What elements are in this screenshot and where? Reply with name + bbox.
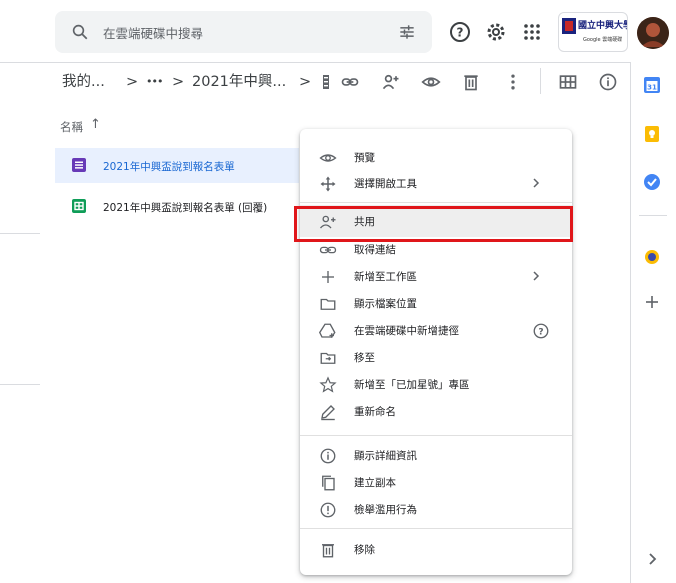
side-divider xyxy=(639,215,667,216)
menu-item-label: 取得連結 xyxy=(354,244,396,256)
chevron-right-icon[interactable] xyxy=(642,549,662,569)
menu-item-label: 重新命名 xyxy=(354,406,396,418)
menu-item-make-copy[interactable]: 建立副本 xyxy=(300,470,572,496)
menu-item-preview[interactable]: 預覽 xyxy=(300,145,572,171)
menu-divider xyxy=(300,528,572,529)
menu-item-remove[interactable]: 移除 xyxy=(300,537,572,563)
move-icon xyxy=(320,176,336,192)
menu-item-label: 移至 xyxy=(354,352,375,364)
report-icon xyxy=(320,502,336,518)
breadcrumb-separator: > xyxy=(299,74,312,90)
menu-item-open-with[interactable]: 選擇開啟工具 xyxy=(300,171,572,197)
file-name: 2021年中興盃說到報名表單 xyxy=(103,161,235,173)
breadcrumb-separator: > xyxy=(172,74,185,90)
sort-arrow-icon[interactable]: ↑ xyxy=(90,117,101,132)
breadcrumb-separator: > xyxy=(126,74,139,90)
university-emblem-icon xyxy=(562,18,576,34)
menu-item-add-shortcut[interactable]: 在雲端硬碟中新增捷徑 ? xyxy=(300,318,572,344)
trash-icon xyxy=(322,544,334,558)
menu-item-label: 建立副本 xyxy=(354,477,396,489)
table-row[interactable]: 2021年中興盃說到報名表單 xyxy=(55,148,299,183)
link-icon[interactable] xyxy=(340,72,360,92)
chevron-right-icon xyxy=(533,271,540,281)
logo-text: 國立中興大學 xyxy=(578,21,628,31)
form-file-icon xyxy=(323,75,329,89)
more-vert-icon[interactable] xyxy=(503,72,523,92)
search-icon xyxy=(72,24,88,40)
search-input[interactable]: 在雲端硬碟中搜尋 xyxy=(103,23,203,42)
list-divider xyxy=(0,233,40,234)
sort-label[interactable]: 名稱 xyxy=(60,119,83,135)
breadcrumb-ellipsis[interactable]: ••• xyxy=(146,70,163,94)
account-avatar[interactable] xyxy=(637,17,669,49)
link-icon xyxy=(319,246,337,254)
side-panel: 31 xyxy=(630,62,676,583)
menu-divider xyxy=(300,435,572,436)
breadcrumb-root[interactable]: 我的... xyxy=(62,70,105,94)
folder-icon xyxy=(320,298,336,310)
trash-icon[interactable] xyxy=(461,72,481,92)
menu-item-label: 檢舉濫用行為 xyxy=(354,504,417,516)
share-icon[interactable] xyxy=(381,72,401,92)
google-forms-icon xyxy=(72,158,86,172)
menu-item-details[interactable]: 顯示詳細資訊 xyxy=(300,443,572,469)
highlight-box xyxy=(294,206,573,242)
addon-icon[interactable] xyxy=(642,247,662,267)
svg-text:31: 31 xyxy=(647,84,657,92)
menu-item-label: 選擇開啟工具 xyxy=(354,178,417,190)
grid-view-icon[interactable] xyxy=(558,72,578,92)
star-icon xyxy=(319,376,337,393)
menu-item-label: 顯示詳細資訊 xyxy=(354,450,417,462)
svg-text:?: ? xyxy=(538,327,543,337)
file-name: 2021年中興盃說到報名表單 (回覆) xyxy=(103,202,268,214)
tasks-icon[interactable] xyxy=(642,172,662,192)
menu-item-label: 移除 xyxy=(354,544,375,556)
preview-icon[interactable] xyxy=(421,72,441,92)
menu-item-report-abuse[interactable]: 檢舉濫用行為 xyxy=(300,497,572,523)
menu-item-label: 預覽 xyxy=(354,152,375,164)
breadcrumb: 我的... > ••• > 2021年中興... > xyxy=(62,70,322,94)
menu-item-move-to[interactable]: 移至 xyxy=(300,345,572,371)
help-icon[interactable]: ? xyxy=(448,20,472,44)
add-addon-icon[interactable] xyxy=(642,292,662,312)
copy-icon xyxy=(322,475,335,491)
context-menu: 預覽 選擇開啟工具 共用 取得連結 新增至工作區 顯示檔案位置 在雲端硬碟中新增… xyxy=(300,129,572,575)
apps-grid-icon[interactable] xyxy=(520,20,544,44)
menu-item-label: 新增至工作區 xyxy=(354,271,417,283)
logo-subtext: Google 雲端硬碟 xyxy=(583,37,623,43)
menu-item-show-location[interactable]: 顯示檔案位置 xyxy=(300,291,572,317)
chevron-right-icon xyxy=(533,178,540,188)
keep-icon[interactable] xyxy=(642,124,662,144)
plus-icon xyxy=(322,271,334,283)
eye-icon xyxy=(319,154,337,162)
breadcrumb-folder[interactable]: 2021年中興... xyxy=(192,70,286,94)
svg-text:?: ? xyxy=(457,26,464,40)
avatar-image-icon xyxy=(637,17,669,49)
menu-item-add-to-workspace[interactable]: 新增至工作區 xyxy=(300,264,572,290)
calendar-icon[interactable]: 31 xyxy=(642,75,662,95)
menu-item-label: 在雲端硬碟中新增捷徑 xyxy=(354,325,459,337)
help-icon[interactable]: ? xyxy=(532,322,550,340)
search-bar[interactable]: 在雲端硬碟中搜尋 xyxy=(55,11,432,53)
organization-logo: 國立中興大學 Google 雲端硬碟 xyxy=(558,12,628,52)
pencil-icon xyxy=(321,405,335,421)
settings-icon[interactable] xyxy=(484,20,508,44)
google-sheets-icon xyxy=(72,199,86,213)
move-to-icon xyxy=(320,352,336,364)
menu-item-label: 新增至「已加星號」專區 xyxy=(354,379,470,391)
menu-divider xyxy=(300,202,572,203)
shortcut-icon xyxy=(319,323,336,338)
menu-item-add-to-starred[interactable]: 新增至「已加星號」專區 xyxy=(300,372,572,398)
table-row[interactable]: 2021年中興盃說到報名表單 (回覆) xyxy=(55,183,299,227)
top-bar: 在雲端硬碟中搜尋 ? 國立中興大學 Google 雲端硬碟 xyxy=(0,0,676,63)
toolbar-divider xyxy=(540,68,541,94)
search-options-icon[interactable] xyxy=(397,22,417,42)
menu-item-label: 顯示檔案位置 xyxy=(354,298,417,310)
info-icon[interactable] xyxy=(598,72,618,92)
list-divider xyxy=(0,384,40,385)
menu-item-rename[interactable]: 重新命名 xyxy=(300,399,572,425)
info-icon xyxy=(320,448,336,464)
